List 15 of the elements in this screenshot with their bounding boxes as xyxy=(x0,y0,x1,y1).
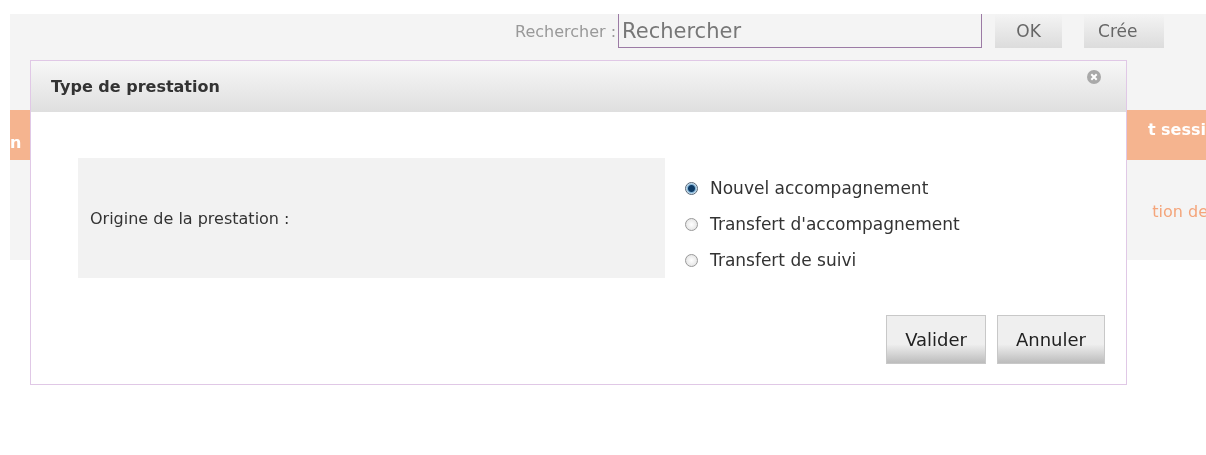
radio-button[interactable] xyxy=(685,182,698,195)
banner-text: n xyxy=(10,132,22,152)
dialog-button[interactable]: Valider xyxy=(886,315,986,364)
field-label: Origine de la prestation : xyxy=(90,208,290,228)
radio-button[interactable] xyxy=(685,254,698,267)
radio-label[interactable]: Nouvel accompagnement xyxy=(710,172,929,205)
radio-label[interactable]: Transfert d'accompagnement xyxy=(710,208,960,241)
dialog-button[interactable]: Annuler xyxy=(997,315,1105,364)
search-field[interactable]: Rechercher xyxy=(618,14,983,48)
close-icon[interactable] xyxy=(1087,70,1101,84)
radio-button[interactable] xyxy=(685,218,698,231)
dialog-title: Type de prestation xyxy=(51,77,220,96)
search-label: Rechercher : xyxy=(515,22,617,41)
radio-label[interactable]: Transfert de suivi xyxy=(710,244,857,277)
banner-text: t sessi xyxy=(1147,119,1206,139)
